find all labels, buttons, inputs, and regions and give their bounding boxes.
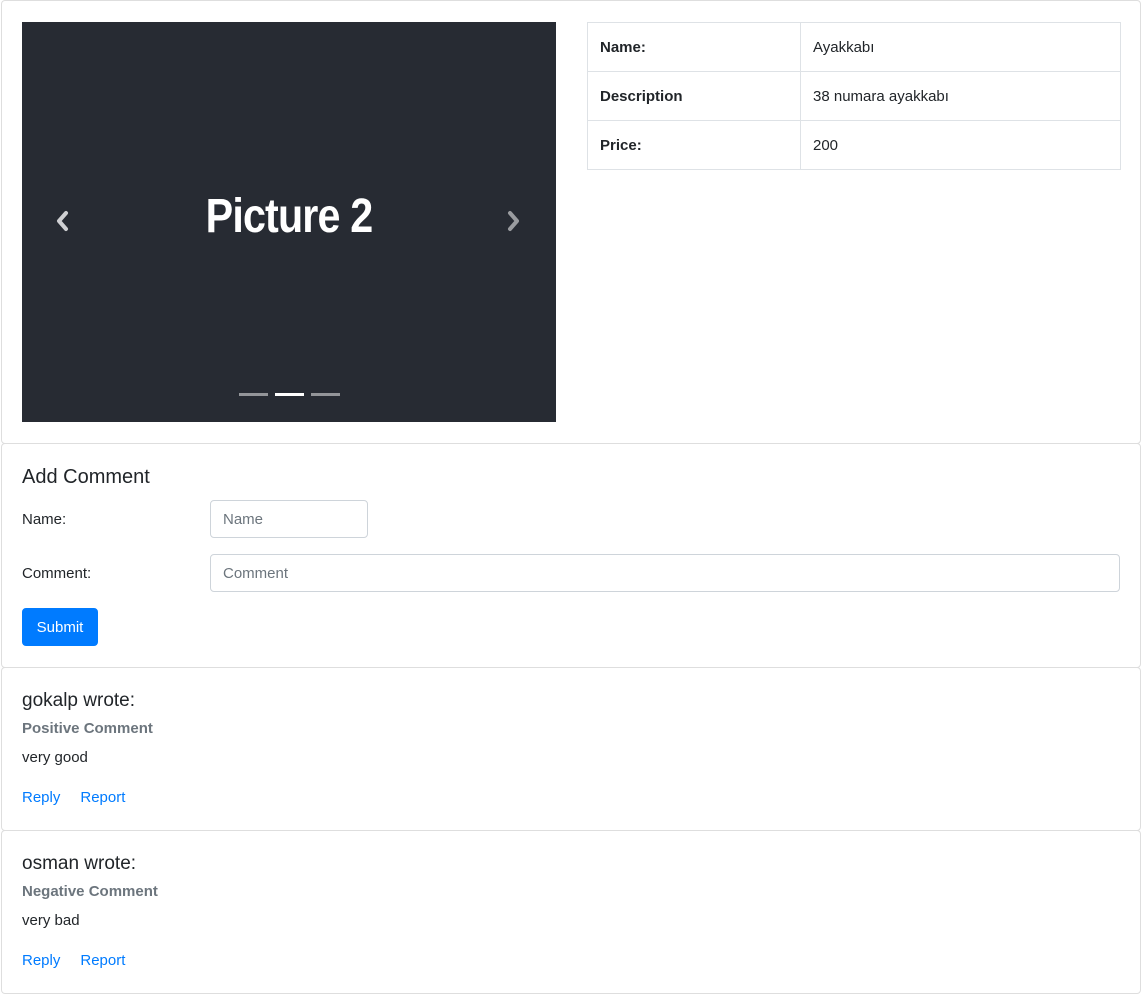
image-carousel[interactable]: Picture 2	[22, 22, 556, 422]
carousel-slide-caption: Picture 2	[205, 190, 373, 243]
comment-actions: Reply Report	[22, 789, 125, 806]
comment-text: very good	[22, 749, 88, 766]
reply-link[interactable]: Reply	[22, 952, 60, 969]
report-link[interactable]: Report	[80, 952, 125, 969]
name-input[interactable]	[210, 500, 368, 538]
comment-card: osman wrote: Negative Comment very bad R…	[1, 830, 1141, 994]
carousel-next-button[interactable]	[499, 208, 529, 238]
comment-card: gokalp wrote: Positive Comment very good…	[1, 667, 1141, 831]
comment-text: very bad	[22, 912, 80, 929]
table-row: Price: 200	[587, 120, 1121, 170]
product-price-value: 200	[800, 120, 1121, 170]
product-price-key: Price:	[587, 120, 801, 170]
product-description-value: 38 numara ayakkabı	[800, 71, 1121, 121]
comment-sentiment: Positive Comment	[22, 720, 153, 737]
comment-author: osman wrote:	[22, 853, 137, 874]
report-link[interactable]: Report	[80, 789, 125, 806]
product-details-table: Name: Ayakkabı Description 38 numara aya…	[587, 22, 1121, 170]
add-comment-title: Add Comment	[22, 466, 150, 488]
comment-label: Comment:	[22, 565, 92, 582]
table-row: Name: Ayakkabı	[587, 22, 1121, 72]
comment-actions: Reply Report	[22, 952, 125, 969]
submit-button[interactable]: Submit	[22, 608, 98, 646]
reply-link[interactable]: Reply	[22, 789, 60, 806]
product-name-key: Name:	[587, 22, 801, 72]
comment-author: gokalp wrote:	[22, 690, 136, 711]
carousel-indicator-3[interactable]	[310, 393, 340, 396]
carousel-indicators	[22, 393, 556, 396]
table-row: Description 38 numara ayakkabı	[587, 71, 1121, 121]
comment-input[interactable]	[210, 554, 1120, 592]
comment-sentiment: Negative Comment	[22, 883, 158, 900]
chevron-left-icon	[55, 210, 69, 236]
name-label: Name:	[22, 511, 67, 528]
carousel-indicator-2[interactable]	[274, 393, 304, 396]
product-name-value: Ayakkabı	[800, 22, 1121, 72]
carousel-indicator-1[interactable]	[238, 393, 268, 396]
product-description-key: Description	[587, 71, 801, 121]
product-card: Picture 2 Name: Ayakkabı Description 38 …	[1, 0, 1141, 444]
chevron-right-icon	[507, 210, 521, 236]
carousel-prev-button[interactable]	[47, 208, 77, 238]
add-comment-card: Add Comment Name: Comment: Submit	[1, 443, 1141, 668]
